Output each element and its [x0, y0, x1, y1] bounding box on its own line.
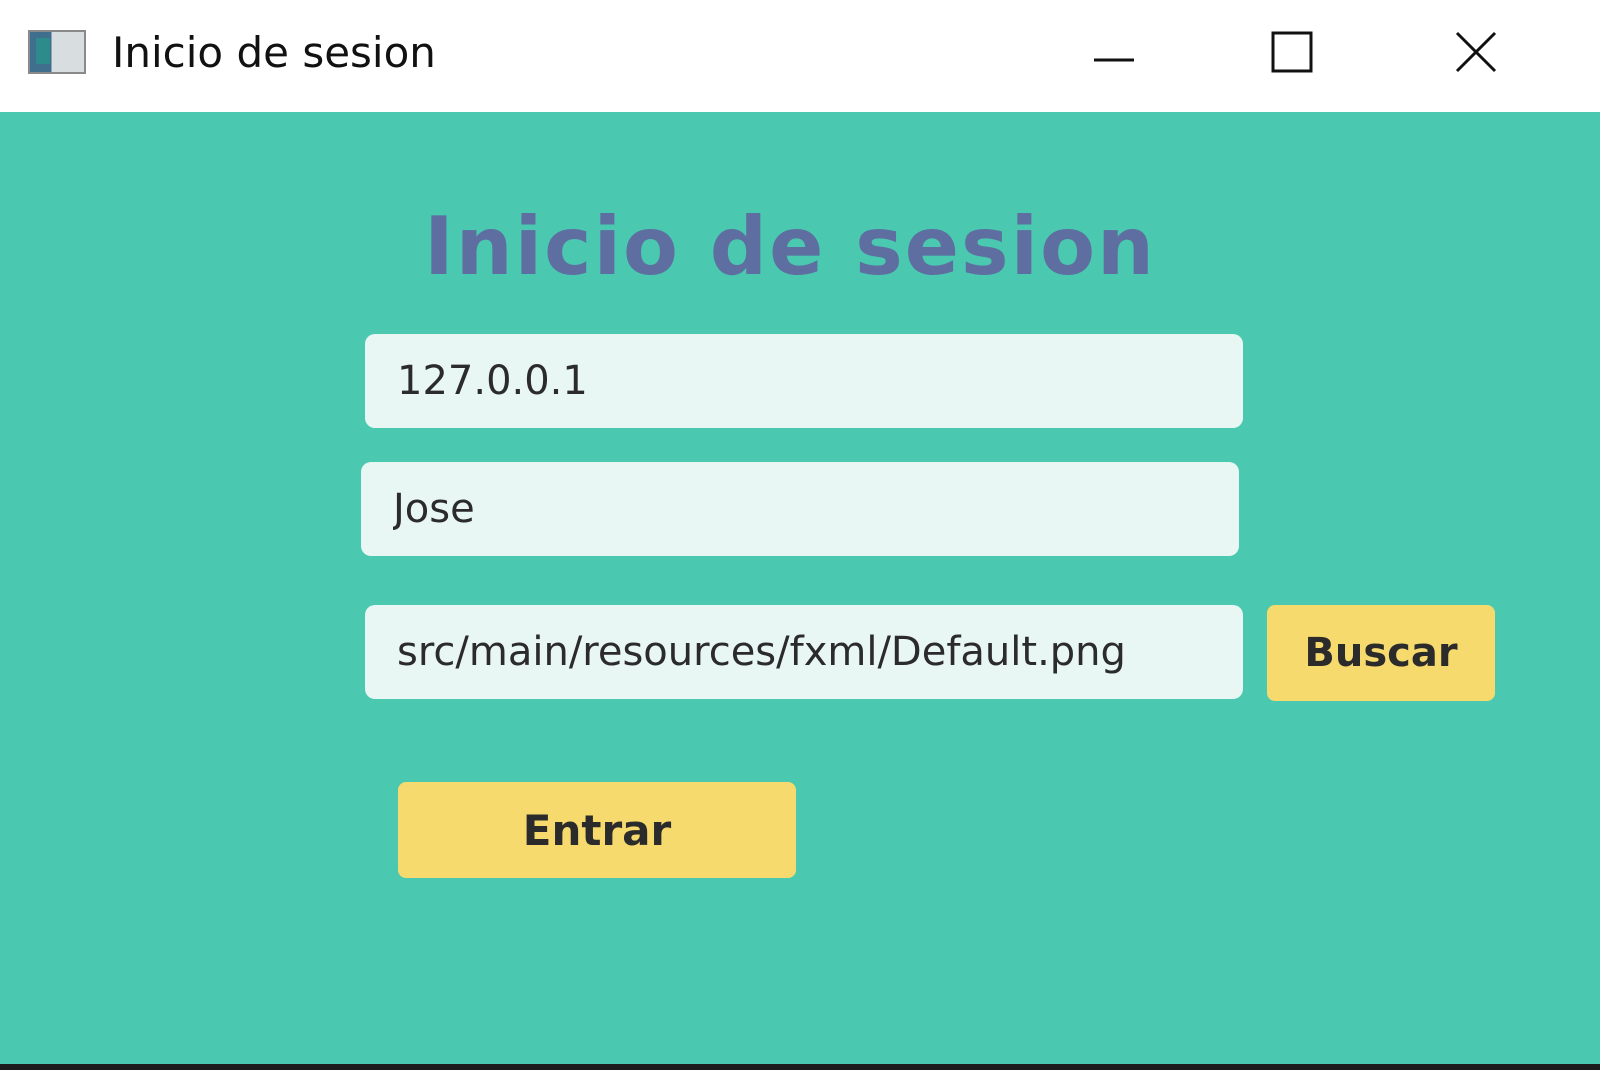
- maximize-icon: [1271, 31, 1313, 73]
- browse-button[interactable]: Buscar: [1267, 605, 1495, 701]
- maximize-button[interactable]: [1252, 20, 1332, 84]
- window-bottom-edge: [0, 1064, 1600, 1070]
- login-panel: Inicio de sesion Buscar Entrar: [0, 112, 1600, 1070]
- close-icon: [1455, 31, 1497, 73]
- minimize-button[interactable]: [1074, 20, 1154, 84]
- host-input[interactable]: [365, 334, 1243, 428]
- username-input[interactable]: [361, 462, 1239, 556]
- close-button[interactable]: [1436, 20, 1516, 84]
- title-bar: Inicio de sesion: [0, 0, 1600, 112]
- form-heading: Inicio de sesion: [424, 200, 1156, 293]
- submit-button[interactable]: Entrar: [398, 782, 796, 878]
- image-path-input[interactable]: [365, 605, 1243, 699]
- minimize-icon: [1094, 58, 1134, 62]
- window-title: Inicio de sesion: [112, 28, 436, 77]
- app-window-icon: [28, 30, 86, 74]
